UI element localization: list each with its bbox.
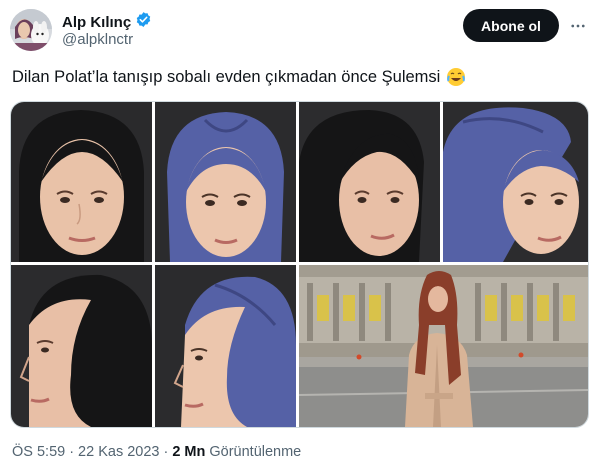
verified-badge-icon [135,11,152,33]
tweet-meta: ÖS 5:59 · 22 Kas 2023 · 2 Mn Görüntülenm… [12,444,301,460]
photo-black-headscarf-three-quarter[interactable] [299,102,440,262]
laughing-tears-emoji-icon [446,67,466,87]
tweet-text: Dilan Polat’la tanışıp sobalı evden çıkm… [12,68,441,86]
photo-black-headscarf-front[interactable] [11,102,152,262]
follow-button[interactable]: Abone ol [463,9,559,42]
tweet-media-grid[interactable] [10,101,589,428]
avatar[interactable] [10,9,52,51]
meta-separator: · [69,444,75,460]
views-count: 2 Mn [172,444,206,460]
tweet-time[interactable]: ÖS 5:59 [12,444,65,460]
photo-blue-headscarf-front[interactable] [155,102,296,262]
views-label: Görüntülenme [209,444,302,460]
more-horizontal-icon[interactable] [566,14,590,38]
tweet-text-row: Dilan Polat’la tanışıp sobalı evden çıkm… [12,66,466,88]
photo-blue-headscarf-profile[interactable] [155,265,296,427]
photo-woman-in-beige-suit-in-front-of-building[interactable] [299,265,588,427]
photo-blue-headscarf-three-quarter[interactable] [443,102,588,262]
meta-separator: · [163,444,169,460]
author-display-name[interactable]: Alp Kılınç [62,14,131,31]
photo-black-headscarf-profile[interactable] [11,265,152,427]
author-handle[interactable]: @alpklnctr [62,31,133,48]
author-name-row[interactable]: Alp Kılınç [62,11,152,33]
tweet-date[interactable]: 22 Kas 2023 [78,444,159,460]
